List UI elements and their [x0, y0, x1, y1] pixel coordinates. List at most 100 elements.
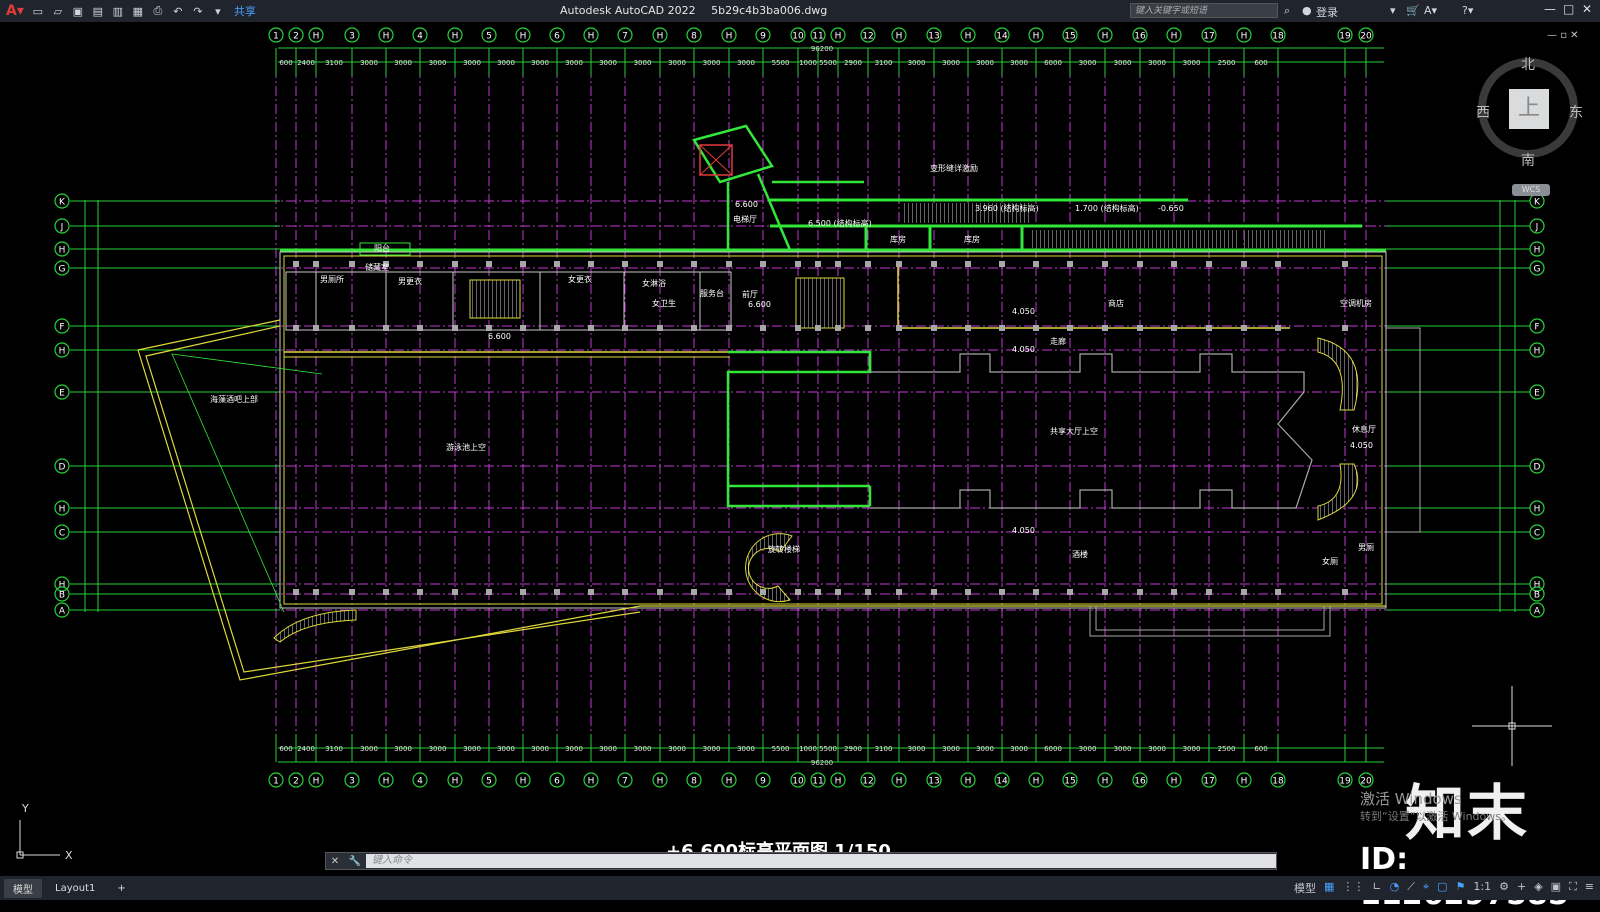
column: [1137, 325, 1143, 331]
dimension-text: 3000: [703, 59, 721, 67]
viewcube-top-face[interactable]: 上: [1509, 89, 1549, 129]
tab-model[interactable]: 模型: [4, 878, 42, 898]
column: [417, 325, 423, 331]
axis-bubble-label: B: [1534, 591, 1540, 601]
user-icon[interactable]: ●: [1302, 4, 1312, 17]
column: [726, 325, 732, 331]
dimension-text: 6000: [1044, 59, 1062, 67]
column: [835, 589, 841, 595]
title-bar: A▾ ▭ ▱ ▣ ▤ ▥ ▦ ⎙ ↶ ↷ ▾ 共享 Autodesk AutoC…: [0, 0, 1600, 22]
axis-bubble-label: 14: [996, 777, 1008, 787]
dimension-text: 3000: [599, 745, 617, 753]
room-label: 库房: [890, 234, 906, 244]
axis-bubble-label: H: [59, 347, 66, 357]
column: [815, 325, 821, 331]
column: [293, 589, 299, 595]
fullscreen-icon[interactable]: ⛶: [1569, 880, 1577, 896]
axis-bubble-label: H: [726, 777, 733, 787]
share-button[interactable]: 共享: [234, 3, 256, 19]
axis-bubble-label: H: [1171, 777, 1178, 787]
undo-icon[interactable]: ↶: [170, 4, 186, 18]
axis-bubble-label: H: [657, 777, 664, 787]
dimension-text: 3000: [703, 745, 721, 753]
close-cmd-icon[interactable]: ✕: [331, 856, 339, 867]
axis-bubble-label: H: [1241, 777, 1248, 787]
window-title: Autodesk AutoCAD 2022 5b29c4b3ba006.dwg: [560, 4, 839, 17]
axis-bubble-label: H: [1534, 347, 1541, 357]
cursor-crosshair: [1472, 686, 1552, 766]
search-input[interactable]: 键入关键字或短语: [1130, 3, 1278, 18]
annotation-icon[interactable]: ⚑: [1456, 880, 1466, 896]
column: [452, 325, 458, 331]
customize-cmd-icon[interactable]: 🔧: [349, 856, 361, 867]
column: [313, 261, 319, 267]
column: [588, 325, 594, 331]
compass-north[interactable]: 北: [1521, 54, 1535, 74]
wcs-menu[interactable]: WCS: [1512, 184, 1550, 196]
open-web-icon[interactable]: ▥: [110, 4, 126, 18]
dimension-text: 3000: [394, 59, 412, 67]
column: [349, 589, 355, 595]
column: [486, 261, 492, 267]
drawing-canvas[interactable]: 96200 96200 600 2400 3100 3000 3000 3000 3000 3…: [0, 22, 1600, 870]
autodesk-app-icon[interactable]: A▾: [1424, 4, 1437, 17]
save-as-icon[interactable]: ▤: [90, 4, 106, 18]
osnap-icon[interactable]: ⌖: [1423, 880, 1429, 896]
axis-bubble-label: H: [835, 32, 842, 42]
level-mark: 3.960 (结构标高): [975, 203, 1039, 213]
level-mark: 4.050: [1012, 345, 1035, 354]
save-icon[interactable]: ▣: [70, 4, 86, 18]
add-layout-button[interactable]: +: [108, 881, 134, 896]
dimension-text: 3100: [325, 59, 343, 67]
command-input[interactable]: 键入命令: [366, 854, 1276, 868]
plot-icon[interactable]: ⎙: [150, 4, 166, 18]
plus-icon[interactable]: +: [1517, 880, 1526, 896]
search-icon[interactable]: ⌕: [1284, 4, 1290, 18]
snap-icon[interactable]: ⋮⋮: [1342, 880, 1364, 896]
otrack-icon[interactable]: ▢: [1437, 880, 1447, 896]
axis-bubble-label: J: [60, 223, 64, 233]
isodraft-icon[interactable]: ⟋: [1407, 880, 1415, 896]
cart-icon[interactable]: 🛒: [1406, 4, 1420, 17]
redo-icon[interactable]: ↷: [190, 4, 206, 18]
isolate-icon[interactable]: ◈: [1534, 880, 1542, 896]
save-web-icon[interactable]: ▦: [130, 4, 146, 18]
new-file-icon[interactable]: ▭: [30, 4, 46, 18]
grid-icon[interactable]: ▦: [1324, 880, 1334, 896]
axis-bubble-label: 12: [862, 777, 873, 787]
app-name: Autodesk AutoCAD 2022: [560, 4, 696, 17]
dimension-text: 3000: [737, 745, 755, 753]
column: [554, 589, 560, 595]
help-icon[interactable]: ?▾: [1462, 4, 1473, 17]
column: [622, 589, 628, 595]
hardware-icon[interactable]: ▣: [1551, 880, 1561, 896]
annotation-scale[interactable]: 1:1: [1473, 880, 1491, 896]
axis-bubble-label: H: [383, 777, 390, 787]
axis-bubble-label: H: [59, 246, 66, 256]
autocad-logo-icon[interactable]: A▾: [0, 3, 28, 19]
open-file-icon[interactable]: ▱: [50, 4, 66, 18]
close-icon[interactable]: ✕: [1582, 2, 1592, 16]
customize-icon[interactable]: ≡: [1585, 880, 1594, 896]
customize-dropdown-icon[interactable]: ▾: [210, 4, 226, 18]
settings-icon[interactable]: ⚙: [1499, 880, 1509, 896]
column: [622, 261, 628, 267]
login-button[interactable]: 登录: [1316, 4, 1338, 20]
ortho-icon[interactable]: ∟: [1372, 880, 1381, 896]
axis-bubble-label: 16: [1134, 777, 1146, 787]
maximize-icon[interactable]: □: [1563, 2, 1574, 16]
column-bubbles-bottom: 1 2 H 3 H 4 H 5 H 6 H 7 H 8 H 9 10 11 H 12 H 13 H 14 H 15 H 16 H 17 H 1…: [268, 772, 1374, 788]
tab-layout1[interactable]: Layout1: [46, 881, 104, 896]
axis-bubble-label: H: [835, 777, 842, 787]
dropdown-icon[interactable]: ▾: [1390, 4, 1396, 17]
room-label: 变形缝详激励: [930, 163, 978, 173]
axis-bubble-label: 17: [1203, 32, 1214, 42]
model-space-label[interactable]: 模型: [1294, 880, 1316, 896]
polar-icon[interactable]: ◔: [1390, 880, 1400, 896]
compass-south[interactable]: 南: [1521, 150, 1535, 170]
compass-west[interactable]: 西: [1476, 102, 1490, 122]
dimension-text: 3000: [668, 59, 686, 67]
compass-east[interactable]: 东: [1569, 102, 1583, 122]
dimension-text: 2400: [297, 59, 315, 67]
minimize-icon[interactable]: —: [1544, 2, 1556, 16]
